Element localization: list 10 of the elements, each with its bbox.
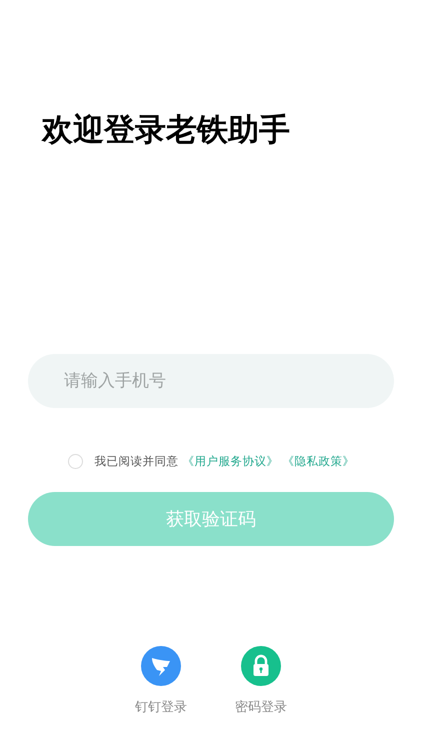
login-option-button[interactable]: 密码登录	[235, 646, 287, 716]
agreement-text: 我已阅读并同意	[94, 454, 178, 469]
lock-icon	[241, 646, 281, 686]
login-option-button[interactable]: 钉钉登录	[135, 646, 187, 716]
wing-icon	[141, 646, 181, 686]
phone-input-field[interactable]: 请输入手机号	[28, 354, 394, 408]
agreement-link[interactable]: 《用户服务协议》	[182, 454, 278, 469]
agreement-link[interactable]: 《隐私政策》	[282, 454, 354, 469]
page-title: 欢迎登录老铁助手	[40, 111, 290, 150]
agreement-checkbox[interactable]	[68, 454, 82, 469]
